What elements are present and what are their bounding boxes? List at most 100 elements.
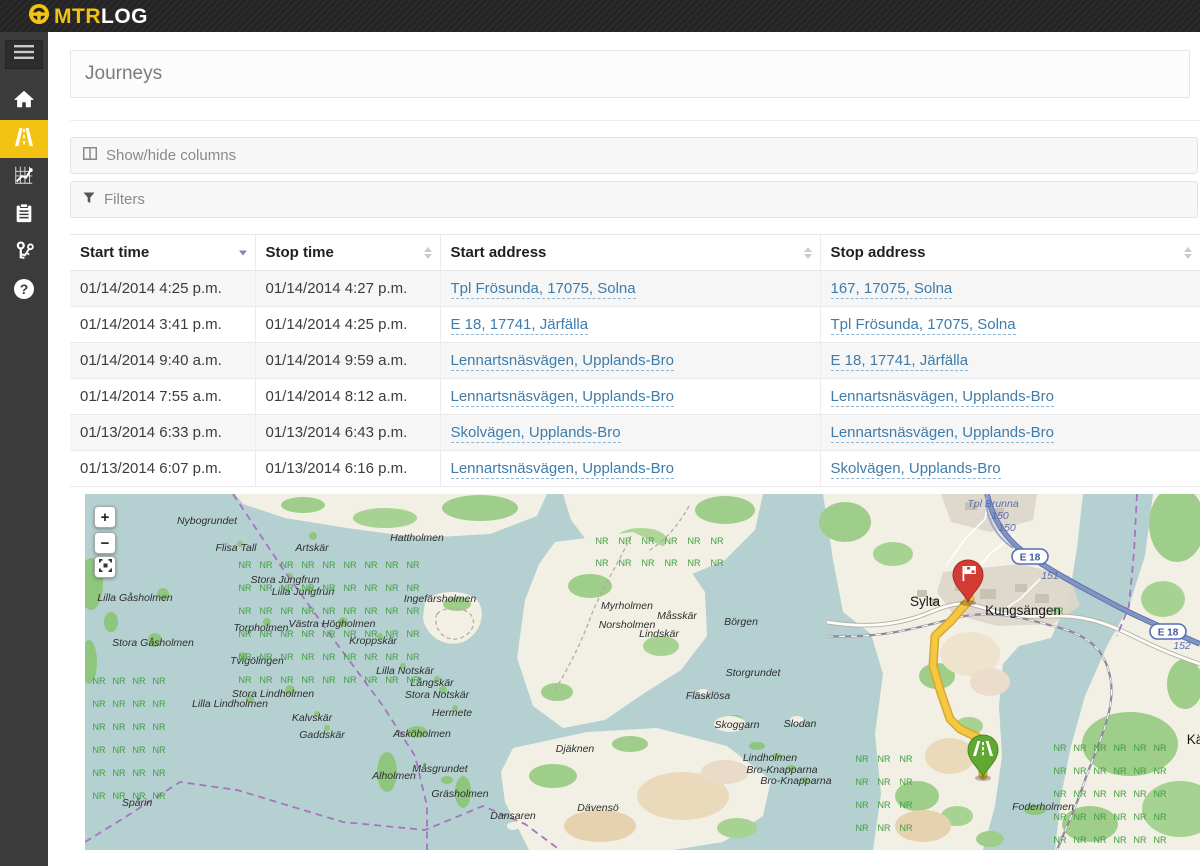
journey-row[interactable]: 01/14/2014 4:25 p.m.01/14/2014 4:27 p.m.… bbox=[70, 271, 1200, 307]
filter-funnel-icon bbox=[83, 191, 95, 208]
start-address-link[interactable]: Tpl Frösunda, 17075, Solna bbox=[451, 280, 636, 299]
nature-reserve-label: NR bbox=[153, 676, 166, 686]
column-header-stop-time[interactable]: Stop time bbox=[255, 235, 440, 271]
nature-reserve-label: NR bbox=[344, 583, 357, 593]
journey-row[interactable]: 01/14/2014 3:41 p.m.01/14/2014 4:25 p.m.… bbox=[70, 307, 1200, 343]
nature-reserve-label: NR bbox=[260, 652, 273, 662]
nature-reserve-label: NR bbox=[365, 652, 378, 662]
nature-reserve-label: NR bbox=[93, 791, 106, 801]
start-address-cell[interactable]: Skolvägen, Upplands-Bro bbox=[440, 415, 820, 451]
journey-row[interactable]: 01/13/2014 6:07 p.m.01/13/2014 6:16 p.m.… bbox=[70, 451, 1200, 487]
nature-reserve-label: NR bbox=[1114, 766, 1127, 776]
stop-address-cell[interactable]: Skolvägen, Upplands-Bro bbox=[820, 451, 1200, 487]
stop-address-cell[interactable]: Tpl Frösunda, 17075, Solna bbox=[820, 307, 1200, 343]
nature-reserve-label: NR bbox=[900, 754, 913, 764]
nature-reserve-label: NR bbox=[93, 676, 106, 686]
stop-time-cell: 01/14/2014 4:27 p.m. bbox=[255, 271, 440, 307]
show-hide-columns-button[interactable]: Show/hide columns bbox=[70, 137, 1198, 174]
map-island-label: Hermete bbox=[432, 707, 472, 719]
start-time-cell: 01/14/2014 7:55 a.m. bbox=[70, 379, 255, 415]
start-address-cell[interactable]: Tpl Frösunda, 17075, Solna bbox=[440, 271, 820, 307]
nature-reserve-label: NR bbox=[260, 560, 273, 570]
nature-reserve-label: NR bbox=[1134, 835, 1147, 845]
nature-reserve-label: NR bbox=[386, 652, 399, 662]
stop-address-link[interactable]: Lennartsnäsvägen, Upplands-Bro bbox=[831, 388, 1054, 407]
map-zoom-out-button[interactable]: − bbox=[94, 532, 116, 554]
sidebar-item-keys[interactable] bbox=[0, 234, 48, 272]
nature-reserve-label: NR bbox=[302, 629, 315, 639]
nature-reserve-label: NR bbox=[407, 583, 420, 593]
journey-row[interactable]: 01/14/2014 7:55 a.m.01/14/2014 8:12 a.m.… bbox=[70, 379, 1200, 415]
nature-reserve-label: NR bbox=[153, 791, 166, 801]
stop-address-link[interactable]: Tpl Frösunda, 17075, Solna bbox=[831, 316, 1016, 335]
sidebar: ? bbox=[0, 32, 48, 866]
map-island-label: Ingefärsholmen bbox=[404, 593, 477, 605]
stop-address-cell[interactable]: 167, 17075, Solna bbox=[820, 271, 1200, 307]
start-time-cell: 01/14/2014 3:41 p.m. bbox=[70, 307, 255, 343]
nature-reserve-label: NR bbox=[856, 777, 869, 787]
journey-row[interactable]: 01/13/2014 6:33 p.m.01/13/2014 6:43 p.m.… bbox=[70, 415, 1200, 451]
start-address-link[interactable]: Lennartsnäsvägen, Upplands-Bro bbox=[451, 460, 674, 479]
nature-reserve-label: NR bbox=[1074, 766, 1087, 776]
start-address-cell[interactable]: E 18, 17741, Järfälla bbox=[440, 307, 820, 343]
start-address-link[interactable]: E 18, 17741, Järfälla bbox=[451, 316, 589, 335]
sidebar-item-home[interactable] bbox=[0, 82, 48, 120]
nature-reserve-label: NR bbox=[153, 699, 166, 709]
sidebar-item-journeys[interactable] bbox=[0, 120, 48, 158]
start-time-cell: 01/14/2014 9:40 a.m. bbox=[70, 343, 255, 379]
start-address-link[interactable]: Lennartsnäsvägen, Upplands-Bro bbox=[451, 388, 674, 407]
column-header-stop-address[interactable]: Stop address bbox=[820, 235, 1200, 271]
map-island-label: Nybogrundet bbox=[177, 515, 238, 527]
menu-toggle-button[interactable] bbox=[5, 40, 43, 69]
app-title: MTRLOG bbox=[54, 6, 148, 27]
nature-reserve-label: NR bbox=[619, 558, 632, 568]
map-island-label: Myrholmen bbox=[601, 600, 653, 612]
nature-reserve-label: NR bbox=[239, 652, 252, 662]
journey-map[interactable]: NybogrundetFlisa TallArtskärHattholmenSt… bbox=[85, 494, 1200, 850]
sidebar-item-statistics[interactable] bbox=[0, 158, 48, 196]
clipboard-icon bbox=[13, 202, 35, 229]
column-header-start-time[interactable]: Start time bbox=[70, 235, 255, 271]
nature-reserve-label: NR bbox=[323, 606, 336, 616]
journey-row[interactable]: 01/14/2014 9:40 a.m.01/14/2014 9:59 a.m.… bbox=[70, 343, 1200, 379]
nature-reserve-label: NR bbox=[856, 754, 869, 764]
nature-reserve-label: NR bbox=[688, 558, 701, 568]
sidebar-item-help[interactable]: ? bbox=[0, 272, 48, 310]
stop-address-cell[interactable]: Lennartsnäsvägen, Upplands-Bro bbox=[820, 379, 1200, 415]
nature-reserve-label: NR bbox=[93, 699, 106, 709]
sort-toggle-icon bbox=[424, 247, 432, 259]
app-logo[interactable]: MTRLOG bbox=[28, 3, 148, 30]
sidebar-item-reports[interactable] bbox=[0, 196, 48, 234]
stop-time-cell: 01/14/2014 4:25 p.m. bbox=[255, 307, 440, 343]
page-title-panel: Journeys bbox=[70, 50, 1190, 98]
map-fit-extent-button[interactable] bbox=[94, 556, 116, 578]
nature-reserve-label: NR bbox=[113, 791, 126, 801]
column-header-start-address[interactable]: Start address bbox=[440, 235, 820, 271]
nature-reserve-label: NR bbox=[1114, 835, 1127, 845]
road-badge-e18: E 18 bbox=[1012, 549, 1048, 564]
nature-reserve-label: NR bbox=[323, 583, 336, 593]
stop-time-cell: 01/13/2014 6:16 p.m. bbox=[255, 451, 440, 487]
steering-wheel-icon bbox=[28, 3, 50, 30]
stop-address-cell[interactable]: Lennartsnäsvägen, Upplands-Bro bbox=[820, 415, 1200, 451]
map-island-label: Dävensö bbox=[577, 802, 619, 814]
nature-reserve-label: NR bbox=[133, 791, 146, 801]
nature-reserve-label: NR bbox=[153, 722, 166, 732]
stop-address-link[interactable]: Lennartsnäsvägen, Upplands-Bro bbox=[831, 424, 1054, 443]
start-address-cell[interactable]: Lennartsnäsvägen, Upplands-Bro bbox=[440, 451, 820, 487]
map-zoom-in-button[interactable]: + bbox=[94, 506, 116, 528]
stop-address-link[interactable]: 167, 17075, Solna bbox=[831, 280, 953, 299]
stop-address-cell[interactable]: E 18, 17741, Järfälla bbox=[820, 343, 1200, 379]
start-address-link[interactable]: Skolvägen, Upplands-Bro bbox=[451, 424, 621, 443]
nature-reserve-label: NR bbox=[239, 629, 252, 639]
start-address-link[interactable]: Lennartsnäsvägen, Upplands-Bro bbox=[451, 352, 674, 371]
stop-address-link[interactable]: E 18, 17741, Järfälla bbox=[831, 352, 969, 371]
nature-reserve-label: NR bbox=[365, 560, 378, 570]
map-island-label: Lilla Gåsholmen bbox=[97, 592, 172, 604]
stop-address-link[interactable]: Skolvägen, Upplands-Bro bbox=[831, 460, 1001, 479]
filters-button[interactable]: Filters bbox=[70, 181, 1198, 218]
start-address-cell[interactable]: Lennartsnäsvägen, Upplands-Bro bbox=[440, 343, 820, 379]
nature-reserve-label: NR bbox=[1074, 812, 1087, 822]
start-address-cell[interactable]: Lennartsnäsvägen, Upplands-Bro bbox=[440, 379, 820, 415]
nature-reserve-label: NR bbox=[1154, 789, 1167, 799]
